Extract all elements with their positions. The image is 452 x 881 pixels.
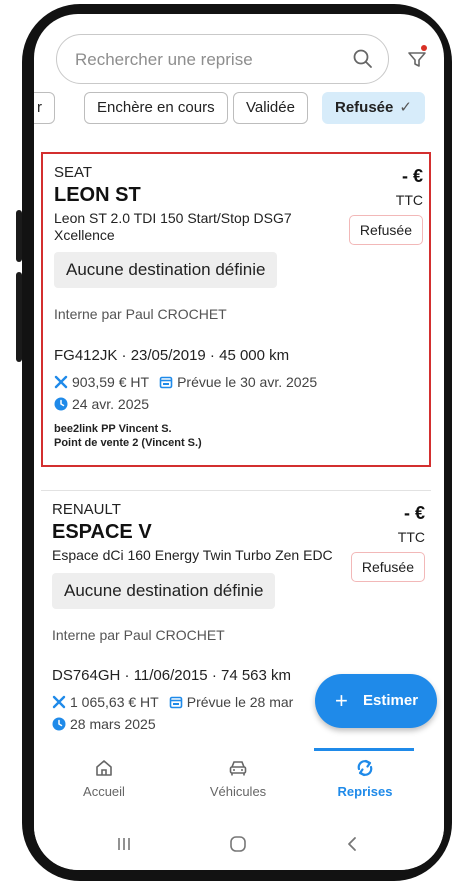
back-icon[interactable] [342,834,362,854]
tools-icon [52,695,66,709]
destination-badge: Aucune destination définie [52,573,276,609]
sync-icon [357,759,373,777]
estimate-button[interactable]: + Estimer [315,674,437,728]
filter-active-dot [421,45,427,51]
vehicle-meta: FG412JK · 23/05/2019 · 45 000 km [54,347,290,364]
repair-cost: 903,59 € HT [72,374,150,390]
date-row: 28 mars 2025 [52,716,156,732]
nav-label: Reprises [337,784,393,799]
vehicle-brand: SEAT [54,164,93,181]
vehicle-version: Espace dCi 160 Energy Twin Turbo Zen EDC [52,547,333,563]
trade-in-date: 28 mars 2025 [70,716,156,732]
bottom-navigation: Accueil Véhicules Reprises [34,748,444,820]
plus-icon: + [335,688,348,713]
vehicle-model: LEON ST [54,184,141,206]
system-navigation-bar [34,820,444,870]
calendar-icon [159,376,173,389]
status-badge: Refusée [350,552,425,582]
nav-item-accueil[interactable]: Accueil [49,758,159,799]
chip-previous[interactable]: r [34,92,55,124]
planned-date: Prévue le 28 mar [186,694,294,710]
chip-enchere-en-cours[interactable]: Enchère en cours [84,92,228,124]
home-button-icon[interactable] [228,834,248,854]
nav-label: Accueil [83,784,125,799]
owner-text: Interne par Paul CROCHET [54,306,227,322]
vehicle-meta: DS764GH · 11/06/2015 · 74 563 km [52,667,292,684]
home-icon [96,760,112,776]
power-button [16,272,22,362]
check-icon: ✓ [399,99,412,116]
search-bar[interactable]: Rechercher une reprise [56,34,389,84]
site-line-1: bee2link PP Vincent S. [54,423,172,435]
status-badge: Refusée [348,215,423,245]
price: - € [401,166,423,186]
status-filter-chips: r Enchère en cours Validée Refusée ✓ [34,92,444,126]
nav-item-reprises[interactable]: Reprises [310,758,420,799]
tax-label: TTC [395,192,423,208]
tax-label: TTC [397,529,425,545]
app-screen: Rechercher une reprise r Enchère en cour… [34,14,444,870]
vehicle-model: ESPACE V [52,521,152,543]
nav-item-vehicules[interactable]: Véhicules [183,758,293,799]
trade-in-card[interactable]: RENAULT ESPACE V Espace dCi 160 Energy T… [41,490,431,780]
vehicle-version: Leon ST 2.0 TDI 150 Start/Stop DSG7 Xcel… [54,210,292,243]
site-line-2: Point de vente 2 (Vincent S.) [54,437,202,449]
repair-info-row: 903,59 € HT Prévue le 30 avr. 2025 [54,374,317,390]
repair-cost: 1 065,63 € HT [70,694,159,710]
calendar-icon [169,696,183,709]
date-row: 24 avr. 2025 [54,396,149,412]
price: - € [403,503,425,523]
active-tab-indicator [314,748,414,751]
estimate-label: Estimer [363,692,419,709]
chip-refusee[interactable]: Refusée ✓ [322,92,425,124]
clock-icon [52,717,66,731]
filter-icon[interactable] [406,48,428,70]
trade-in-card[interactable]: SEAT LEON ST Leon ST 2.0 TDI 150 Start/S… [41,152,431,467]
repair-info-row: 1 065,63 € HT Prévue le 28 mar [52,694,293,710]
recent-apps-icon[interactable] [114,834,134,854]
nav-label: Véhicules [209,784,267,799]
vehicle-brand: RENAULT [52,501,121,518]
clock-icon [54,397,68,411]
search-input[interactable]: Rechercher une reprise [75,50,253,70]
search-icon[interactable] [352,48,374,70]
trade-in-date: 24 avr. 2025 [72,396,150,412]
car-icon [229,761,247,776]
planned-date: Prévue le 30 avr. 2025 [177,374,318,390]
tools-icon [54,375,68,389]
destination-badge: Aucune destination définie [54,252,278,288]
chip-validee[interactable]: Validée [233,92,308,124]
volume-button [16,210,22,262]
owner-text: Interne par Paul CROCHET [52,627,225,643]
